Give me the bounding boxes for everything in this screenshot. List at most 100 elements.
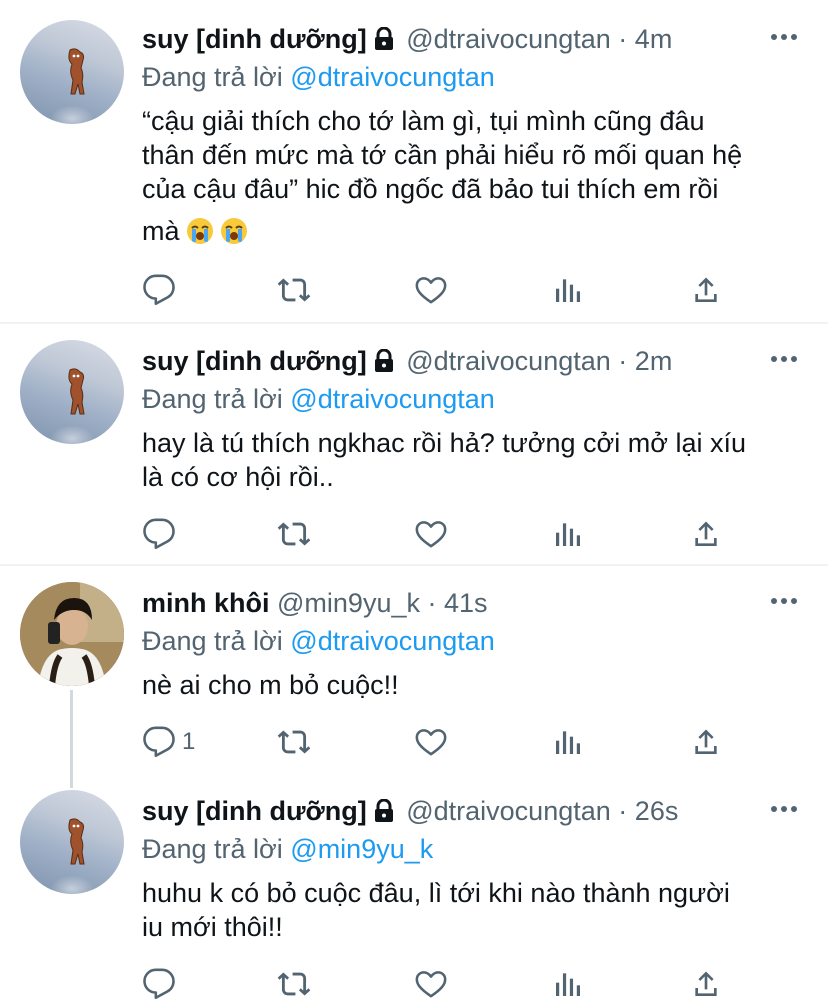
retweet-button[interactable]	[276, 724, 312, 760]
tweet-actions	[142, 516, 732, 552]
heart-icon	[415, 521, 447, 548]
reply-button[interactable]: 1	[142, 724, 195, 760]
mention-link[interactable]: @dtraivocungtan	[290, 626, 495, 656]
tweet-text-line: mà	[142, 216, 180, 246]
retweet-button[interactable]	[276, 516, 312, 552]
tweet-text: huhu k có bỏ cuộc đâu, lì tới khi nào th…	[142, 876, 802, 944]
tweet-header: suy [dinh dưỡng] @dtraivocungtan · 26s	[142, 794, 678, 831]
retweet-icon	[277, 730, 311, 754]
display-name[interactable]: minh khôi	[142, 588, 270, 618]
display-name[interactable]: suy [dinh dưỡng]	[142, 24, 367, 54]
display-name[interactable]: suy [dinh dưỡng]	[142, 796, 367, 826]
analytics-button[interactable]	[552, 724, 584, 760]
reply-button[interactable]	[142, 966, 182, 1002]
jerry-mouse-icon	[68, 368, 85, 415]
timestamp[interactable]: 4m	[635, 24, 673, 54]
handle[interactable]: @min9yu_k	[277, 588, 420, 618]
share-button[interactable]	[690, 272, 722, 308]
replying-to-label: Đang trả lời	[142, 626, 283, 656]
jerry-mouse-icon	[68, 48, 85, 95]
tweet[interactable]: suy [dinh dưỡng] @dtraivocungtan · 26s Đ…	[0, 784, 828, 1006]
tweet-text-line: thân đến mức mà tớ cần phải hiểu rõ mối …	[142, 140, 743, 170]
avatar[interactable]	[20, 20, 124, 124]
more-options-icon[interactable]	[768, 586, 800, 616]
replying-to: Đang trả lời @dtraivocungtan	[142, 624, 495, 658]
profile-photo-icon	[20, 582, 124, 686]
heart-icon	[415, 971, 447, 998]
retweet-icon	[277, 972, 311, 996]
avatar[interactable]	[20, 340, 124, 444]
tweet[interactable]: suy [dinh dưỡng] @dtraivocungtan · 4m Đa…	[0, 0, 828, 324]
like-button[interactable]	[414, 516, 448, 552]
retweet-icon	[277, 278, 311, 302]
tweet-text: nè ai cho m bỏ cuộc!!	[142, 668, 802, 702]
replying-to-label: Đang trả lời	[142, 834, 283, 864]
tweet-text-line: iu mới thôi!!	[142, 912, 283, 942]
more-options-icon[interactable]	[768, 794, 800, 824]
avatar[interactable]	[20, 790, 124, 894]
tweet-text-line: là có cơ hội rồi..	[142, 462, 334, 492]
analytics-icon	[556, 523, 580, 546]
like-button[interactable]	[414, 966, 448, 1002]
like-button[interactable]	[414, 724, 448, 760]
tweet-actions: 1	[142, 724, 732, 760]
share-button[interactable]	[690, 516, 722, 552]
analytics-icon	[556, 731, 580, 754]
replying-to: Đang trả lời @dtraivocungtan	[142, 382, 495, 416]
mention-link[interactable]: @min9yu_k	[290, 834, 433, 864]
tweet[interactable]: minh khôi @min9yu_k · 41s Đang trả lời @…	[0, 566, 828, 788]
tweet-text: hay là tú thích ngkhac rồi hả? tưởng cởi…	[142, 426, 802, 494]
reply-button[interactable]	[142, 272, 182, 308]
handle[interactable]: @dtraivocungtan	[406, 796, 611, 826]
separator: ·	[427, 588, 437, 618]
retweet-icon	[277, 522, 311, 546]
analytics-icon	[556, 973, 580, 996]
tweet-text-line: hay là tú thích ngkhac rồi hả? tưởng cởi…	[142, 428, 746, 458]
retweet-button[interactable]	[276, 966, 312, 1002]
handle[interactable]: @dtraivocungtan	[406, 346, 611, 376]
analytics-button[interactable]	[552, 966, 584, 1002]
timestamp[interactable]: 26s	[635, 796, 679, 826]
tweet-header: suy [dinh dưỡng] @dtraivocungtan · 2m	[142, 344, 672, 381]
like-button[interactable]	[414, 272, 448, 308]
more-options-icon[interactable]	[768, 344, 800, 374]
reply-button[interactable]	[142, 516, 182, 552]
reply-icon	[143, 274, 175, 306]
replying-to-label: Đang trả lời	[142, 62, 283, 92]
share-button[interactable]	[690, 724, 722, 760]
analytics-icon	[556, 279, 580, 302]
thread-connector-line	[70, 690, 73, 788]
tweet-actions	[142, 272, 732, 308]
avatar[interactable]	[20, 582, 124, 686]
share-icon	[695, 729, 717, 754]
tweet-text-line: của cậu đâu” hic đồ ngốc đã bảo tui thíc…	[142, 174, 719, 204]
tweet-text-line: huhu k có bỏ cuộc đâu, lì tới khi nào th…	[142, 878, 730, 908]
share-icon	[695, 971, 717, 996]
retweet-button[interactable]	[276, 272, 312, 308]
handle[interactable]: @dtraivocungtan	[406, 24, 611, 54]
separator: ·	[618, 24, 628, 54]
lock-icon	[373, 25, 395, 59]
analytics-button[interactable]	[552, 516, 584, 552]
timestamp[interactable]: 2m	[635, 346, 673, 376]
share-button[interactable]	[690, 966, 722, 1002]
tweet-header: suy [dinh dưỡng] @dtraivocungtan · 4m	[142, 22, 672, 59]
tweet-actions	[142, 966, 732, 1002]
analytics-button[interactable]	[552, 272, 584, 308]
display-name[interactable]: suy [dinh dưỡng]	[142, 346, 367, 376]
timestamp[interactable]: 41s	[444, 588, 488, 618]
crying-face-emoji-icon	[220, 218, 247, 244]
lock-icon	[373, 797, 395, 831]
reply-icon	[143, 518, 175, 550]
separator: ·	[618, 346, 628, 376]
jerry-mouse-icon	[68, 818, 85, 865]
mention-link[interactable]: @dtraivocungtan	[290, 62, 495, 92]
reply-icon	[143, 726, 175, 758]
crying-face-emoji-icon	[186, 218, 213, 244]
share-icon	[695, 521, 717, 546]
mention-link[interactable]: @dtraivocungtan	[290, 384, 495, 414]
heart-icon	[415, 277, 447, 304]
tweet[interactable]: suy [dinh dưỡng] @dtraivocungtan · 2m Đa…	[0, 324, 828, 566]
replying-to: Đang trả lời @min9yu_k	[142, 832, 433, 866]
more-options-icon[interactable]	[768, 22, 800, 52]
